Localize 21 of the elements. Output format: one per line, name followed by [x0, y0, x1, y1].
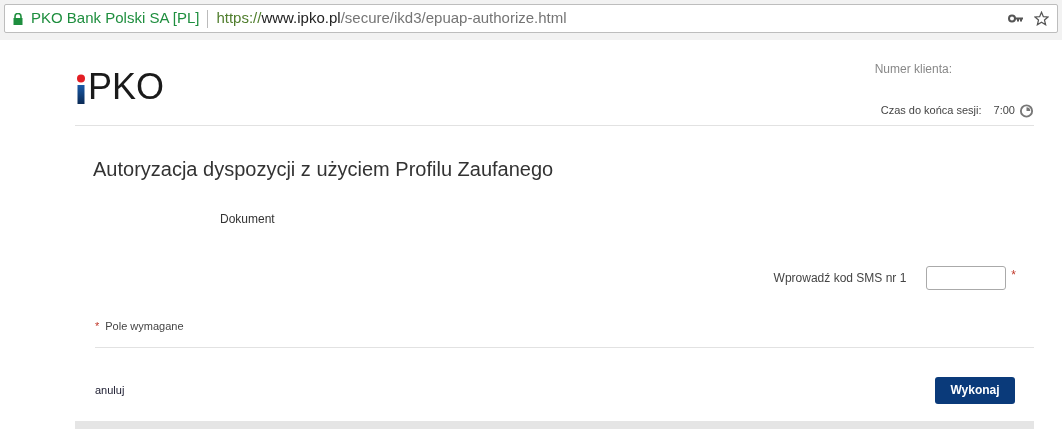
- session-label: Czas do końca sesji:: [880, 103, 982, 118]
- star-icon[interactable]: [1034, 11, 1049, 26]
- logo-text: PKO: [88, 70, 165, 104]
- required-note: Pole wymagane: [105, 319, 184, 334]
- url-text: https://www.ipko.pl/secure/ikd3/epuap-authorize.html: [216, 8, 567, 29]
- key-icon[interactable]: [1008, 14, 1024, 23]
- required-mark: *: [95, 319, 100, 334]
- required-mark: *: [1011, 267, 1016, 284]
- session-time: 7:00: [993, 103, 1015, 118]
- timer-icon: [1019, 102, 1034, 118]
- document-label: Dokument: [220, 211, 276, 228]
- client-number-label: Numer klienta:: [874, 61, 952, 78]
- site-identity: PKO Bank Polski SA [PL]: [31, 8, 200, 29]
- logo-mark-icon: [76, 74, 86, 104]
- sms-code-field[interactable]: [926, 266, 1007, 290]
- sms-code-label: Wprowadź kod SMS nr 1: [773, 270, 907, 287]
- submit-button[interactable]: Wykonaj: [935, 376, 1015, 404]
- address-bar[interactable]: PKO Bank Polski SA [PL] https://www.ipko.pl/secure/ikd3/epuap-authorize.html: [4, 4, 1058, 33]
- page-title: Autoryzacja dyspozycji z użyciem Profilu Zaufanego: [93, 157, 555, 182]
- lock-icon: [13, 12, 23, 25]
- cancel-link[interactable]: anuluj: [95, 381, 125, 399]
